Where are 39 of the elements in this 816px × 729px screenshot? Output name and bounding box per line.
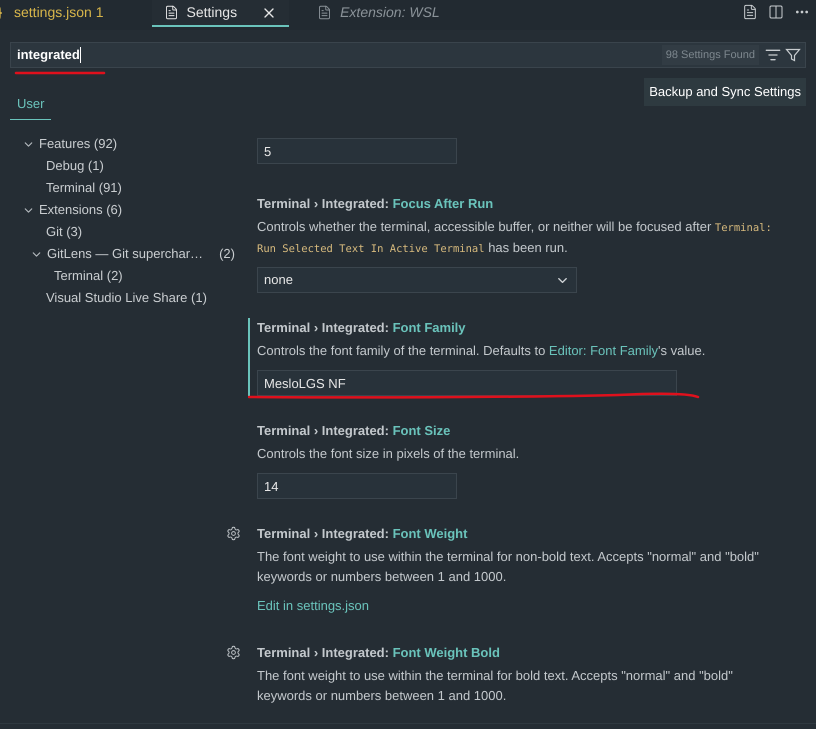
tree-item[interactable]: Git (3) (46, 222, 82, 242)
setting-title: Terminal › Integrated: Font Weight Bold (257, 644, 501, 662)
count-label: (2) (219, 245, 235, 264)
tree-item[interactable]: Debug (1) (46, 156, 104, 176)
results-count: 98 Settings Found (662, 44, 759, 66)
file-icon (164, 5, 178, 20)
editor-tab[interactable]: Extension: WSL (305, 0, 452, 27)
setting-description: Controls whether the terminal, accessible buffer, or neither will be focused after Terminal: Run Selected Text In Active Terminal has been run. (257, 218, 773, 257)
setting-input[interactable]: MesloLGS NF (257, 370, 677, 396)
tree-item[interactable]: Extensions (6) (39, 200, 122, 220)
setting-link[interactable]: Editor: Font Family (548, 343, 658, 358)
setting-description: The font weight to use within the terminal for non-bold text. Accepts "normal" and "bold" keywords or numbers between 1 and 1000. (257, 548, 760, 586)
tree-item[interactable]: Visual Studio Live Share (1) (46, 288, 207, 308)
setting-input[interactable]: 14 (257, 473, 457, 499)
gear-icon[interactable] (226, 645, 241, 660)
file-icon (317, 5, 332, 20)
setting-title: Terminal › Integrated: Font Weight (257, 525, 468, 543)
split-editor-icon[interactable] (768, 4, 784, 20)
setting-title: Terminal › Integrated: Focus After Run (257, 195, 494, 213)
tree-item[interactable]: Terminal (91) (46, 178, 122, 198)
open-json-icon[interactable] (742, 4, 758, 20)
setting-description: Controls the font size in pixels of the terminal. (257, 445, 520, 463)
edit-link[interactable]: Edit in settings.json (257, 596, 370, 616)
gear-icon[interactable] (226, 526, 241, 541)
filter-icon[interactable] (785, 47, 801, 63)
setting-input[interactable]: 5 (257, 138, 457, 164)
scope-tab[interactable]: User (10, 94, 52, 120)
setting-title: Terminal › Integrated: Font Size (257, 422, 452, 440)
setting-description: The font weight to use within the terminal for bold text. Accepts "normal" and "bold" keywords or numbers between 1 and 1000. (257, 667, 734, 705)
tree-item[interactable]: Features (92) (39, 134, 118, 154)
setting-title: Terminal › Integrated: Font Family (257, 319, 467, 337)
editor-tab[interactable]: settings.json 1 (0, 0, 136, 27)
tree-item[interactable]: Terminal (2) (54, 266, 123, 286)
setting-dropdown[interactable]: none (257, 267, 577, 293)
clear-filter-icon[interactable] (765, 47, 781, 63)
backup-sync-button[interactable]: Backup and Sync Settings (644, 78, 806, 106)
setting-description: Controls the font family of the terminal. Defaults to Editor: Font Family's value. (257, 342, 706, 360)
tree-item[interactable]: GitLens — Git superchar… (47, 244, 204, 264)
search-field[interactable]: integrated 98 Settings Found (10, 42, 806, 68)
